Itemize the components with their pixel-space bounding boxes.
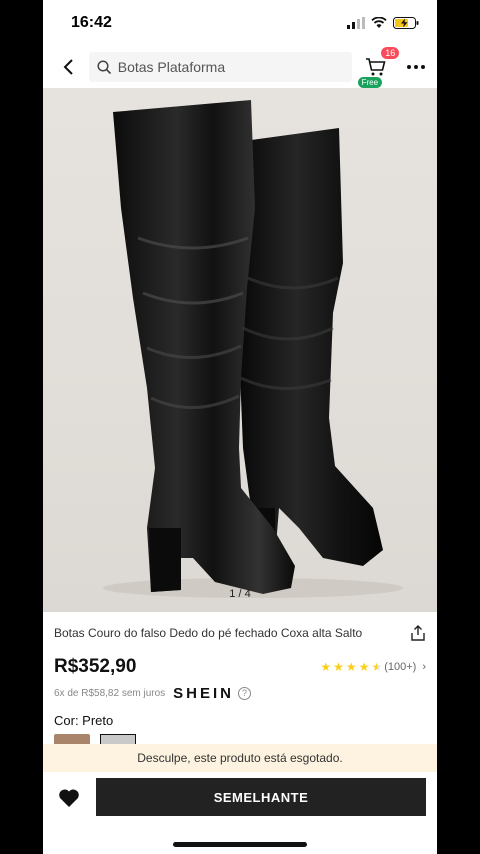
search-placeholder: Botas Plataforma <box>117 59 226 75</box>
sold-out-notice: Desculpe, este produto está esgotado. <box>43 744 437 772</box>
more-dot <box>421 65 426 69</box>
installments-row: 6x de R$58,82 sem juros SHEIN ? <box>54 680 426 706</box>
star-icon: ★ <box>333 660 344 674</box>
chevron-left-icon <box>63 59 73 75</box>
free-shipping-badge: Free <box>357 77 383 88</box>
app-screen: 16:42 Botas Plataforma 16 Free 1 / 4 Bot… <box>43 0 437 854</box>
color-label: Cor: Preto <box>54 712 114 728</box>
status-time: 16:42 <box>71 14 112 31</box>
price-row: R$352,90 ★ ★ ★ ★ ★ (100+) › <box>54 654 426 680</box>
rating[interactable]: ★ ★ ★ ★ ★ (100+) › <box>320 660 426 674</box>
brand-logo: SHEIN <box>173 684 235 702</box>
product-title: Botas Couro do falso Dedo do pé fechado … <box>54 626 363 640</box>
status-bar: 16:42 <box>43 0 437 46</box>
battery-charging-icon <box>393 17 419 29</box>
review-count: (100+) <box>384 661 417 673</box>
bottom-action-bar: SEMELHANTE <box>43 772 437 854</box>
installments-text: 6x de R$58,82 sem juros <box>54 687 166 699</box>
star-icon: ★ <box>358 660 370 674</box>
cart-count-badge: 16 <box>381 47 400 59</box>
chevron-right-icon: › <box>422 661 426 673</box>
similar-button[interactable]: SEMELHANTE <box>96 778 426 816</box>
star-icon: ★ <box>345 660 357 674</box>
wifi-icon <box>371 17 387 28</box>
status-icons <box>347 17 419 29</box>
signal-icon <box>347 17 365 29</box>
product-info: Botas Couro do falso Dedo do pé fechado … <box>43 612 437 750</box>
more-dot <box>414 65 419 69</box>
share-icon[interactable] <box>410 625 426 641</box>
top-bar: Botas Plataforma 16 Free <box>43 46 437 88</box>
star-icon: ★ <box>320 660 332 674</box>
title-row: Botas Couro do falso Dedo do pé fechado … <box>54 612 426 654</box>
heart-icon[interactable] <box>57 786 81 810</box>
search-icon <box>97 59 111 74</box>
product-price: R$352,90 <box>54 656 137 677</box>
help-icon[interactable]: ? <box>238 686 252 700</box>
product-image-gallery[interactable]: 1 / 4 <box>43 88 437 612</box>
image-pager: 1 / 4 <box>229 588 251 600</box>
search-input[interactable]: Botas Plataforma <box>88 52 352 82</box>
cart-button[interactable]: 16 Free <box>357 47 400 88</box>
product-image-boots <box>103 100 403 598</box>
more-dot <box>407 65 412 69</box>
home-indicator <box>173 842 307 847</box>
more-options-button[interactable] <box>407 65 429 69</box>
half-star-icon: ★ <box>371 660 383 674</box>
back-button[interactable] <box>57 56 79 78</box>
cart-icon <box>366 58 386 76</box>
